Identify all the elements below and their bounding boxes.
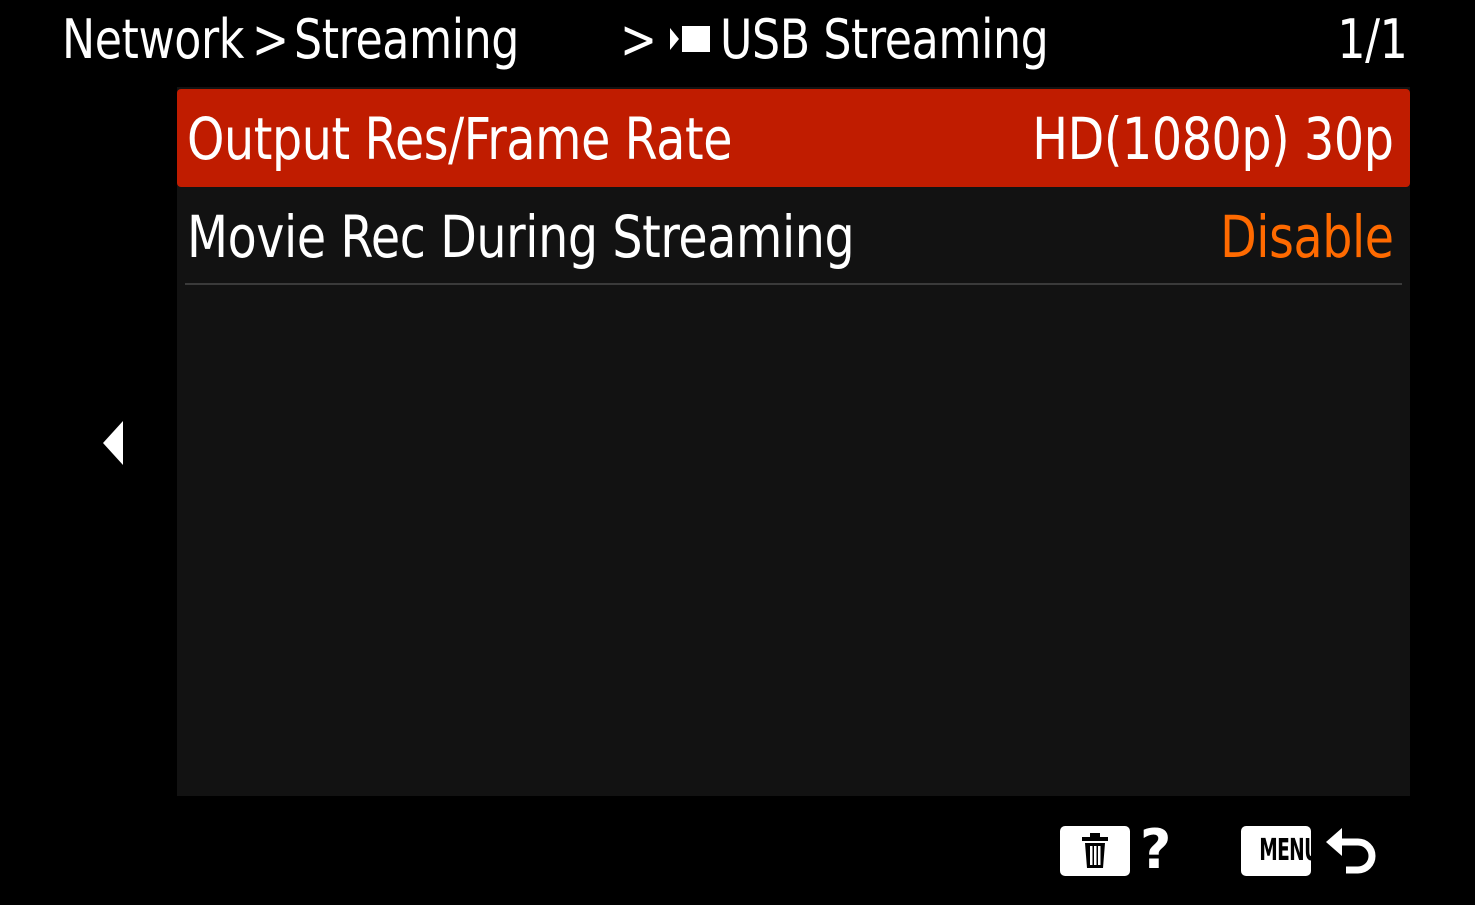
breadcrumb-network[interactable]: Network [62,10,284,70]
breadcrumb-separator: > [620,8,657,71]
page-indicator: 1/1 [1336,8,1407,71]
breadcrumb-streaming[interactable]: Streaming [294,10,568,70]
trash-icon [1082,833,1108,868]
help-icon[interactable]: ? [1140,820,1171,880]
return-icon[interactable] [1324,822,1382,880]
row-divider [185,283,1402,285]
menu-item-label: Output Res/Frame Rate [187,105,733,173]
menu-panel: Output Res/Frame Rate HD(1080p) 30p Movi… [177,87,1410,796]
delete-button[interactable] [1060,826,1130,876]
menu-item-value: Disable [1220,203,1394,271]
movie-mode-icon [670,26,710,52]
menu-item-movie-rec-during-streaming[interactable]: Movie Rec During Streaming Disable [177,187,1410,285]
menu-button[interactable]: MENU [1241,826,1311,876]
breadcrumb-usb-streaming: USB Streaming [720,8,1049,71]
left-arrow-icon[interactable] [103,421,125,465]
menu-button-label: MENU [1259,833,1311,868]
breadcrumb-separator: > [252,8,289,71]
header-bar: Network > Streaming > USB Streaming 1/1 [0,0,1475,84]
menu-item-value: HD(1080p) 30p [1032,105,1395,173]
menu-item-output-res-frame-rate[interactable]: Output Res/Frame Rate HD(1080p) 30p [177,89,1410,187]
menu-item-label: Movie Rec During Streaming [187,203,855,271]
